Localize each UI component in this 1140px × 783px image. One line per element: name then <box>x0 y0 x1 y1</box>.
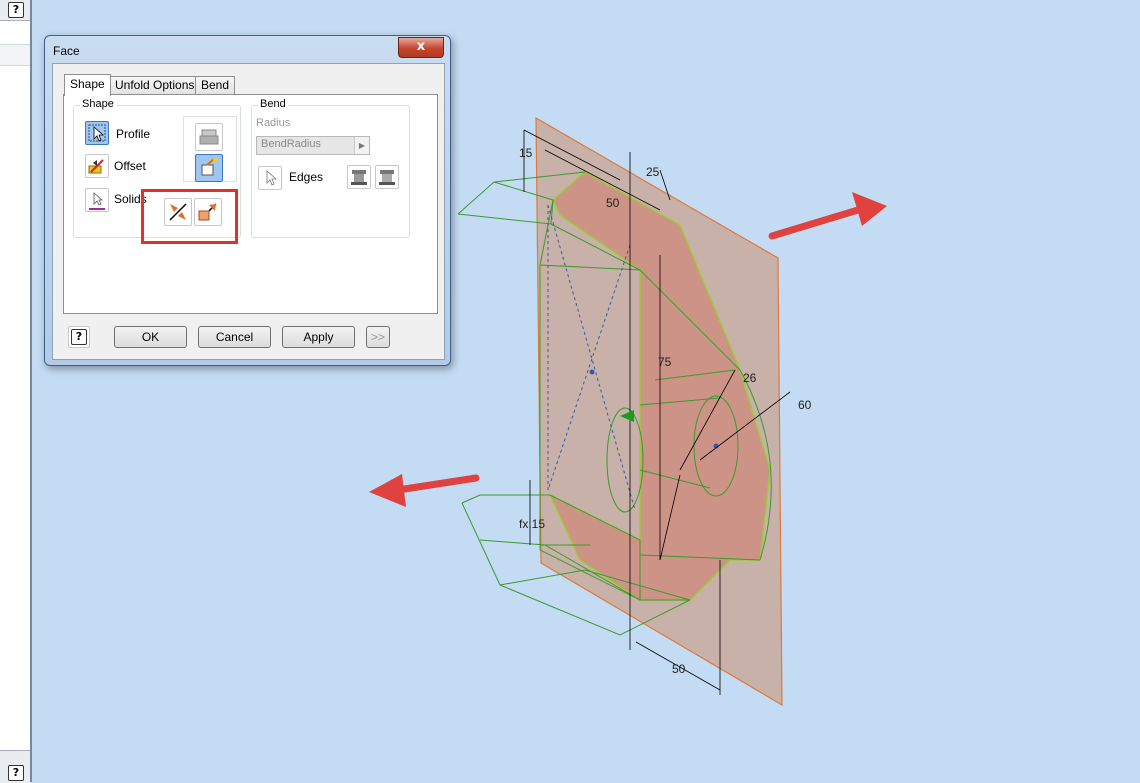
more-button[interactable]: >> <box>366 326 390 348</box>
help-icon[interactable]: ? <box>8 2 24 18</box>
offset-label: Offset <box>114 159 146 173</box>
dimension-75: 75 <box>658 355 672 369</box>
cursor-select-icon <box>88 124 106 142</box>
bend-transition-icon <box>379 170 395 185</box>
shape-tab-panel: Shape Profile Offset Solids Bend Radius … <box>63 94 438 314</box>
apply-button[interactable]: Apply <box>282 326 355 348</box>
face-dialog: Face x Shape Unfold Options Bend Shape P… <box>44 35 451 366</box>
profile-label: Profile <box>116 127 151 141</box>
browser-row[interactable] <box>0 44 30 66</box>
flip-face-button[interactable] <box>195 154 223 182</box>
help-button[interactable]: ? <box>68 326 90 348</box>
edges-select-icon <box>266 170 278 186</box>
help-icon-bottom[interactable]: ? <box>8 765 24 781</box>
sheet-metal-button[interactable] <box>195 123 223 151</box>
direction-arrow-right <box>768 192 887 240</box>
edges-button[interactable] <box>258 166 282 190</box>
bend-group-title: Bend <box>258 98 288 110</box>
dialog-body: Shape Unfold Options Bend Shape Profile <box>52 63 445 360</box>
dimension-fx15: fx:15 <box>519 517 545 531</box>
radius-combo[interactable]: BendRadius ▶ <box>256 136 370 155</box>
dimension-60: 60 <box>798 398 812 412</box>
edges-label: Edges <box>289 170 324 184</box>
browser-toolbar: ? <box>0 0 30 21</box>
model-browser-strip: ? ? <box>0 0 32 783</box>
dropdown-arrow-icon: ▶ <box>354 137 369 154</box>
tab-unfold-options[interactable]: Unfold Options <box>109 76 201 94</box>
dimension-50-top: 50 <box>606 196 620 210</box>
close-button[interactable]: x <box>398 37 444 58</box>
bend-extent-icon <box>351 170 367 185</box>
dimension-15-top: 15 <box>519 146 533 160</box>
dimension-25: 25 <box>646 165 660 179</box>
offset-button[interactable] <box>85 154 109 178</box>
radius-value: BendRadius <box>261 138 321 150</box>
dimension-50-bottom: 50 <box>672 662 686 676</box>
close-icon: x <box>416 39 426 54</box>
help-icon: ? <box>71 329 87 345</box>
offset-icon <box>88 159 104 174</box>
radius-label: Radius <box>256 117 291 129</box>
direction-arrow-left <box>369 474 480 507</box>
dialog-title: Face <box>53 44 80 58</box>
tab-shape[interactable]: Shape <box>64 74 111 96</box>
browser-bottom-toolbar: ? <box>0 750 30 783</box>
face-wizard-icon <box>201 158 217 176</box>
cancel-button[interactable]: Cancel <box>198 326 271 348</box>
ok-button[interactable]: OK <box>114 326 187 348</box>
solids-button[interactable] <box>85 188 109 212</box>
sheet-icon <box>199 129 219 145</box>
bend-extent-button-1[interactable] <box>347 165 371 189</box>
bend-groupbox: Bend Radius BendRadius ▶ Edges <box>251 98 410 238</box>
dimension-26: 26 <box>743 371 757 385</box>
center-point <box>589 369 595 375</box>
bend-extent-button-2[interactable] <box>375 165 399 189</box>
tab-bend[interactable]: Bend <box>195 76 236 94</box>
highlight-box <box>141 189 238 244</box>
profile-button[interactable] <box>85 121 109 145</box>
shape-group-title: Shape <box>80 98 116 110</box>
solids-select-icon <box>89 192 105 210</box>
